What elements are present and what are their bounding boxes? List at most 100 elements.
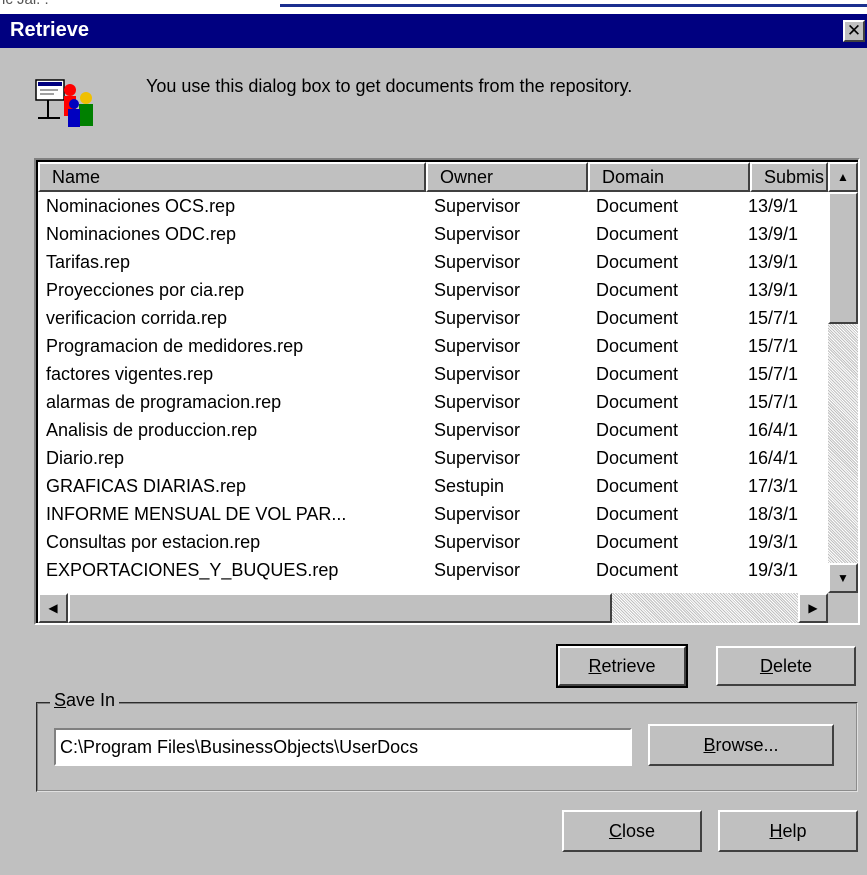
cell-owner: Supervisor (434, 504, 521, 524)
cell-domain: Document (596, 280, 679, 300)
cell-submission: 15/7/1 (748, 364, 799, 384)
intro-text: You use this dialog box to get documents… (146, 76, 633, 96)
cell-submission: 15/7/1 (748, 308, 799, 328)
window-title: Retrieve (10, 19, 89, 41)
cell-name: Diario.rep (46, 448, 125, 468)
background-window-text: ic Jai. . (2, 0, 49, 8)
cell-owner: Sestupin (434, 476, 505, 496)
column-header-owner[interactable]: Owner (426, 162, 588, 192)
table-row[interactable]: Diario.rep Supervisor Document 16/4/1 (38, 446, 818, 474)
background-window-border (280, 4, 867, 7)
column-header-name[interactable]: Name (38, 162, 426, 192)
cell-owner: Supervisor (434, 308, 521, 328)
list-header: Name Owner Domain Submis (38, 162, 828, 192)
horizontal-scroll-thumb[interactable] (68, 593, 612, 623)
cell-name: Nominaciones ODC.rep (46, 224, 237, 244)
arrow-up-icon: ▲ (837, 170, 849, 184)
help-button[interactable]: Help (718, 810, 858, 852)
cell-domain: Document (596, 196, 679, 216)
browse-mnemonic: B (703, 735, 716, 755)
users-documents-icon (35, 79, 93, 127)
column-header-submission[interactable]: Submis (750, 162, 828, 192)
title-bar: Retrieve ✕ (0, 14, 867, 48)
close-icon: ✕ (846, 21, 862, 40)
scroll-right-button[interactable]: ▶ (798, 593, 828, 623)
help-mnemonic: H (769, 821, 783, 841)
cell-domain: Document (596, 308, 679, 328)
table-row[interactable]: EXPORTACIONES_Y_BUQUES.rep Supervisor Docu… (38, 558, 818, 586)
cell-domain: Document (596, 560, 679, 580)
cell-name: GRAFICAS DIARIAS.rep (46, 476, 247, 496)
table-row[interactable]: Nominaciones ODC.rep Supervisor Document 13… (38, 222, 818, 250)
cell-name: Analisis de produccion.rep (46, 420, 258, 440)
scroll-up-button[interactable]: ▲ (828, 162, 858, 192)
save-path-input[interactable] (54, 728, 632, 766)
table-row[interactable]: Analisis de produccion.rep Supervisor Docu… (38, 418, 818, 446)
table-row[interactable]: factores vigentes.rep Supervisor Document 1… (38, 362, 818, 390)
cell-owner: Supervisor (434, 560, 521, 580)
vertical-scrollbar[interactable]: ▲ ▼ (828, 162, 858, 593)
delete-button[interactable]: Delete (716, 646, 856, 686)
table-row[interactable]: Proyecciones por cia.rep Supervisor Docume… (38, 278, 818, 306)
column-header-domain[interactable]: Domain (588, 162, 750, 192)
cell-submission: 19/3/1 (748, 532, 799, 552)
cell-domain: Document (596, 224, 679, 244)
close-button[interactable]: Close (562, 810, 702, 852)
cell-submission: 13/9/1 (748, 252, 799, 272)
arrow-left-icon: ◀ (48, 601, 58, 615)
table-row[interactable]: GRAFICAS DIARIAS.rep Sestupin Document 17/3… (38, 474, 818, 502)
close-window-button[interactable]: ✕ (843, 20, 865, 42)
cell-submission: 19/3/1 (748, 560, 799, 580)
scroll-left-button[interactable]: ◀ (38, 593, 68, 623)
cell-name: Consultas por estacion.rep (46, 532, 261, 552)
cell-domain: Document (596, 504, 679, 524)
cell-owner: Supervisor (434, 252, 521, 272)
cell-name: factores vigentes.rep (46, 364, 214, 384)
delete-mnemonic: D (759, 656, 773, 676)
cell-submission: 16/4/1 (748, 448, 799, 468)
table-row[interactable]: Tarifas.rep Supervisor Document 13/9/1 (38, 250, 818, 278)
cell-owner: Supervisor (434, 364, 521, 384)
table-row[interactable]: Programacion de medidores.rep Supervisor D… (38, 334, 818, 362)
cell-domain: Document (596, 364, 679, 384)
cell-owner: Supervisor (434, 224, 521, 244)
retrieve-mnemonic: R (588, 656, 602, 676)
background-window-strip: ic Jai. . (0, 0, 867, 14)
cell-name: Proyecciones por cia.rep (46, 280, 245, 300)
table-row[interactable]: alarmas de programacion.rep Supervisor Doc… (38, 390, 818, 418)
cell-domain: Document (596, 448, 679, 468)
cell-owner: Supervisor (434, 448, 521, 468)
cell-owner: Supervisor (434, 196, 521, 216)
document-list[interactable]: Name Owner Domain Submis Nominaciones OC… (34, 158, 860, 625)
cell-domain: Document (596, 476, 679, 496)
cell-name: EXPORTACIONES_Y_BUQUES.rep (46, 560, 339, 580)
table-row[interactable]: INFORME MENSUAL DE VOL PAR... Supervisor D… (38, 502, 818, 530)
cell-name: Tarifas.rep (46, 252, 131, 272)
browse-button[interactable]: Browse... (648, 724, 834, 766)
save-in-label-text: ave In (66, 690, 116, 710)
cell-submission: 13/9/1 (748, 280, 799, 300)
cell-name: verificacion corrida.rep (46, 308, 228, 328)
vertical-scroll-thumb[interactable] (828, 192, 858, 324)
horizontal-scrollbar[interactable]: ◀ ▶ (38, 593, 828, 623)
cell-submission: 13/9/1 (748, 196, 799, 216)
delete-label: elete (772, 656, 813, 676)
table-row[interactable]: verificacion corrida.rep Supervisor Docume… (38, 306, 818, 334)
save-in-label: Save In (50, 690, 120, 711)
scroll-down-button[interactable]: ▼ (828, 563, 858, 593)
close-mnemonic: C (608, 821, 622, 841)
help-label: elp (782, 821, 807, 841)
cell-submission: 16/4/1 (748, 420, 799, 440)
cell-domain: Document (596, 392, 679, 412)
table-row[interactable]: Nominaciones OCS.rep Supervisor Document 13… (38, 194, 818, 222)
cell-domain: Document (596, 252, 679, 272)
cell-submission: 15/7/1 (748, 392, 799, 412)
cell-submission: 15/7/1 (748, 336, 799, 356)
table-row[interactable]: Consultas por estacion.rep Supervisor Docu… (38, 530, 818, 558)
cell-name: Nominaciones OCS.rep (46, 196, 236, 216)
cell-name: Programacion de medidores.rep (46, 336, 304, 356)
retrieve-button[interactable]: Retrieve (556, 644, 688, 688)
arrow-right-icon: ▶ (808, 601, 818, 615)
save-in-mnemonic: S (54, 690, 67, 710)
cell-domain: Document (596, 420, 679, 440)
